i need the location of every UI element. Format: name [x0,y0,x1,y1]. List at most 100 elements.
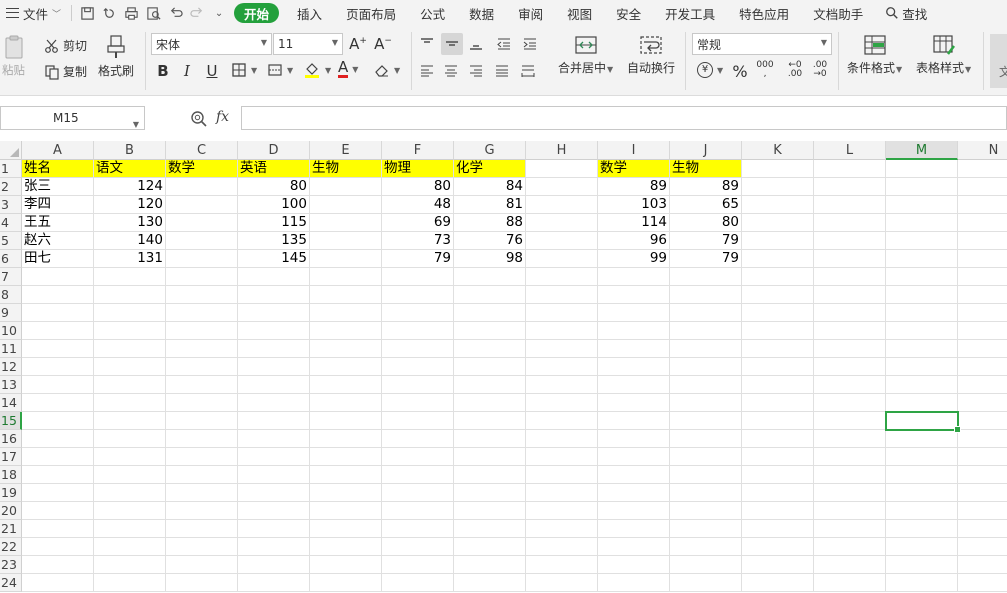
cell-b24[interactable] [94,574,166,592]
cell-k8[interactable] [742,286,814,304]
cell-d15[interactable] [238,412,310,430]
cell-h3[interactable] [526,196,598,214]
wrap-text-button[interactable]: 自动换行 [627,34,675,76]
cell-i22[interactable] [598,538,670,556]
cell-d6[interactable]: 145 [238,250,310,268]
cell-e20[interactable] [310,502,382,520]
cell-k21[interactable] [742,520,814,538]
cell-n17[interactable] [958,448,1007,466]
cell-l13[interactable] [814,376,886,394]
cell-b5[interactable]: 140 [94,232,166,250]
cell-f4[interactable]: 69 [382,214,454,232]
cell-n20[interactable] [958,502,1007,520]
cell-c23[interactable] [166,556,238,574]
cell-style-button[interactable]: ▼ [267,62,293,78]
cell-e6[interactable] [310,250,382,268]
column-header-j[interactable]: J [670,141,742,160]
document-tools-button[interactable]: 文 [990,34,1007,88]
cell-n4[interactable] [958,214,1007,232]
cell-h21[interactable] [526,520,598,538]
cell-b6[interactable]: 131 [94,250,166,268]
tab-doc-assistant[interactable]: 文档助手 [801,0,875,26]
cell-i10[interactable] [598,322,670,340]
cut-button[interactable]: 剪切 [44,37,87,54]
undo-history-icon[interactable] [98,2,120,24]
cell-f2[interactable]: 80 [382,178,454,196]
cell-a5[interactable]: 赵六 [22,232,94,250]
cell-d4[interactable]: 115 [238,214,310,232]
thousands-separator-button[interactable]: 000, [755,59,775,81]
cell-h19[interactable] [526,484,598,502]
cell-e10[interactable] [310,322,382,340]
cell-k7[interactable] [742,268,814,286]
cell-h14[interactable] [526,394,598,412]
cell-f14[interactable] [382,394,454,412]
cell-i21[interactable] [598,520,670,538]
cell-g24[interactable] [454,574,526,592]
cell-k15[interactable] [742,412,814,430]
cell-m1[interactable] [886,160,958,178]
cell-h8[interactable] [526,286,598,304]
cell-a14[interactable] [22,394,94,412]
cell-d17[interactable] [238,448,310,466]
cell-k18[interactable] [742,466,814,484]
cell-l3[interactable] [814,196,886,214]
cell-i8[interactable] [598,286,670,304]
cell-e16[interactable] [310,430,382,448]
cell-d9[interactable] [238,304,310,322]
cell-j22[interactable] [670,538,742,556]
cell-l12[interactable] [814,358,886,376]
row-header-16[interactable]: 16 [0,430,22,448]
tab-page-layout[interactable]: 页面布局 [334,0,408,26]
cell-c5[interactable] [166,232,238,250]
cell-b12[interactable] [94,358,166,376]
cell-k5[interactable] [742,232,814,250]
cell-c17[interactable] [166,448,238,466]
row-header-20[interactable]: 20 [0,502,22,520]
cell-f16[interactable] [382,430,454,448]
cell-b11[interactable] [94,340,166,358]
row-header-2[interactable]: 2 [0,178,22,196]
cell-a12[interactable] [22,358,94,376]
font-name-select[interactable]: 宋体 ▼ [151,33,272,55]
percent-button[interactable]: % [730,60,750,82]
cell-i6[interactable]: 99 [598,250,670,268]
cell-k24[interactable] [742,574,814,592]
cell-m3[interactable] [886,196,958,214]
cell-n15[interactable] [958,412,1007,430]
cell-j4[interactable]: 80 [670,214,742,232]
cell-n10[interactable] [958,322,1007,340]
cell-g9[interactable] [454,304,526,322]
cell-n8[interactable] [958,286,1007,304]
cell-m6[interactable] [886,250,958,268]
cell-d3[interactable]: 100 [238,196,310,214]
cell-e24[interactable] [310,574,382,592]
row-header-13[interactable]: 13 [0,376,22,394]
cell-j17[interactable] [670,448,742,466]
cell-l21[interactable] [814,520,886,538]
cell-k23[interactable] [742,556,814,574]
cell-e5[interactable] [310,232,382,250]
tab-security[interactable]: 安全 [604,0,653,26]
cell-f19[interactable] [382,484,454,502]
cell-j16[interactable] [670,430,742,448]
cell-j23[interactable] [670,556,742,574]
cell-d20[interactable] [238,502,310,520]
cell-g15[interactable] [454,412,526,430]
cell-i14[interactable] [598,394,670,412]
decrease-indent-button[interactable] [494,33,514,55]
cell-i23[interactable] [598,556,670,574]
cell-i3[interactable]: 103 [598,196,670,214]
cell-h18[interactable] [526,466,598,484]
cell-b7[interactable] [94,268,166,286]
cell-k19[interactable] [742,484,814,502]
cell-k6[interactable] [742,250,814,268]
table-style-button[interactable]: 表格样式▼ [916,34,971,76]
cell-h5[interactable] [526,232,598,250]
tab-view[interactable]: 视图 [555,0,604,26]
column-header-d[interactable]: D [238,141,310,160]
cell-i17[interactable] [598,448,670,466]
cell-g2[interactable]: 84 [454,178,526,196]
distributed-align-button[interactable] [518,60,538,82]
cell-b2[interactable]: 124 [94,178,166,196]
